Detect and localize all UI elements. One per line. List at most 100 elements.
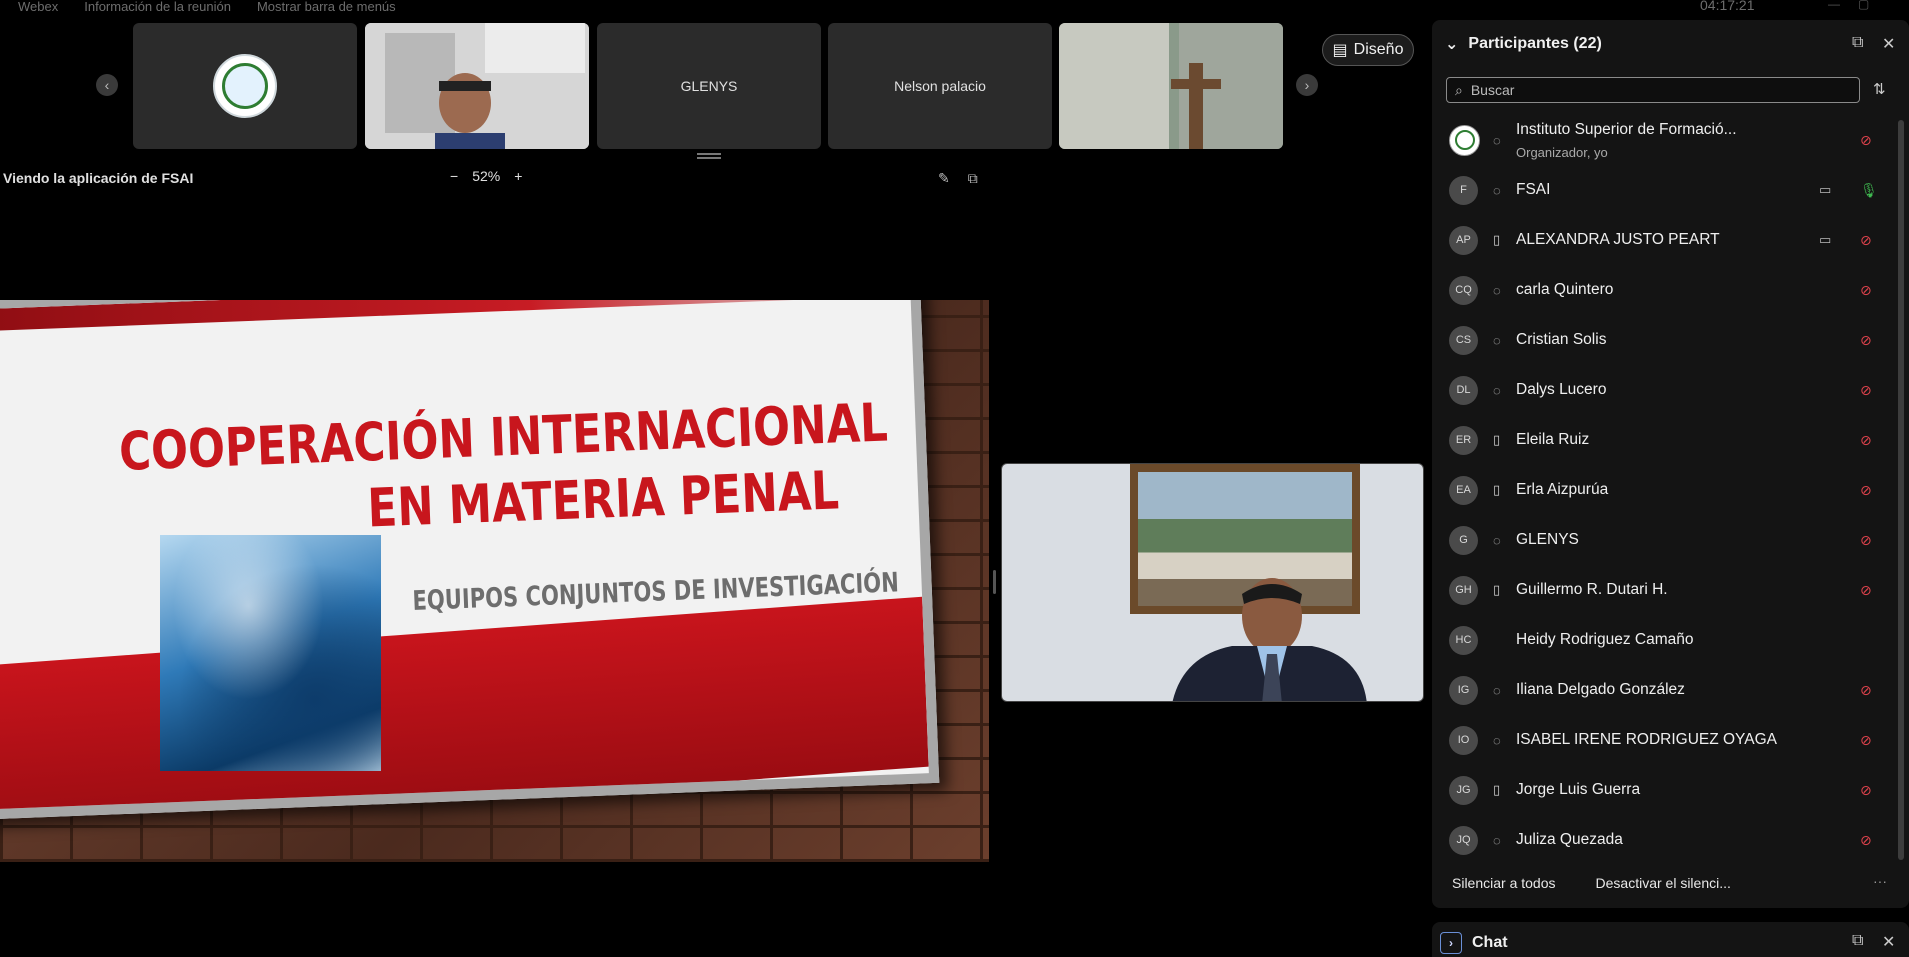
more-options-icon[interactable]: ··· [1873, 873, 1887, 889]
video-feed-room [1059, 23, 1283, 149]
phone-icon: ▯ [1493, 482, 1501, 497]
participant-name: Instituto Superior de Formació... [1516, 121, 1737, 138]
zoom-in-button[interactable]: + [514, 168, 522, 184]
participants-footer: Silenciar a todos Desactivar el silenci.… [1452, 875, 1731, 891]
next-arrow-icon[interactable]: › [1296, 74, 1318, 96]
mic-muted-icon[interactable]: ⊘ [1860, 332, 1872, 349]
close-icon[interactable]: ✕ [1882, 34, 1895, 54]
mic-muted-icon[interactable]: ⊘ [1860, 232, 1872, 249]
headset-icon: ◌ [1493, 832, 1501, 848]
resize-handle[interactable] [697, 153, 721, 159]
headset-icon: ◌ [1493, 332, 1501, 348]
meeting-info-menu[interactable]: Información de la reunión [84, 0, 231, 13]
participant-row[interactable]: F ◌ FSAI ▭ 🎙︎ [1432, 165, 1892, 215]
participant-row[interactable]: GH ▯ Guillermo R. Dutari H. ⊘ [1432, 565, 1892, 615]
participant-row[interactable]: JQ ◌ Juliza Quezada ⊘ [1432, 815, 1892, 865]
scrollbar[interactable] [1898, 120, 1904, 860]
phone-icon: ▯ [1493, 782, 1501, 797]
mic-muted-icon[interactable]: ⊘ [1860, 582, 1872, 599]
participant-name: Dalys Lucero [1516, 381, 1607, 398]
participant-row[interactable]: HC Heidy Rodriguez Camaño [1432, 615, 1892, 665]
headset-icon: ◌ [1493, 732, 1501, 748]
layout-button[interactable]: ▤ Diseño [1322, 34, 1414, 66]
chat-title: Chat [1472, 934, 1508, 951]
zoom-controls: − 52% + [450, 168, 522, 184]
unmute-all-button[interactable]: Desactivar el silenci... [1596, 875, 1731, 891]
chat-header[interactable]: › Chat [1440, 932, 1508, 954]
institute-logo [213, 54, 277, 118]
camera-icon[interactable]: ▭ [1819, 232, 1831, 248]
mic-muted-icon[interactable]: ⊘ [1860, 282, 1872, 299]
headset-icon: ◌ [1493, 382, 1501, 398]
sort-icon[interactable]: ⇅ [1873, 80, 1886, 98]
phone-icon: ▯ [1493, 432, 1501, 447]
headset-icon: ◌ [1493, 682, 1501, 698]
active-speaker-video[interactable] [1001, 463, 1424, 702]
mic-muted-icon[interactable]: ⊘ [1860, 732, 1872, 749]
minimize-icon[interactable]: — [1828, 0, 1840, 10]
mic-muted-icon[interactable]: ⊘ [1860, 432, 1872, 449]
layout-icon: ▤ [1332, 42, 1348, 59]
avatar: EA [1449, 475, 1478, 505]
participant-row[interactable]: CQ ◌ carla Quintero ⊘ [1432, 265, 1892, 315]
participant-name: carla Quintero [1516, 281, 1614, 298]
mic-muted-icon[interactable]: ⊘ [1860, 132, 1872, 149]
mic-muted-icon[interactable]: ⊘ [1860, 682, 1872, 699]
avatar: ER [1449, 425, 1478, 455]
globe-image [160, 535, 381, 771]
chevron-down-icon[interactable]: ⌄ [1445, 34, 1458, 54]
avatar: CS [1449, 325, 1478, 355]
avatar: DL [1449, 375, 1478, 405]
avatar [1449, 124, 1480, 156]
chat-pop-out-icon[interactable]: ⧉ [1852, 932, 1863, 950]
participant-search[interactable]: ⌕ Buscar [1446, 77, 1860, 103]
splitter-handle[interactable] [993, 570, 996, 594]
prev-arrow-icon[interactable]: ‹ [96, 74, 118, 96]
participant-thumb-logo[interactable] [133, 23, 357, 149]
headset-icon: ◌ [1493, 532, 1501, 548]
mic-muted-icon[interactable]: ⊘ [1860, 482, 1872, 499]
participant-row[interactable]: EA ▯ Erla Aizpurúa ⊘ [1432, 465, 1892, 515]
expand-chevron-icon[interactable]: › [1440, 932, 1462, 954]
participants-header[interactable]: ⌄ Participantes (22) [1445, 34, 1602, 54]
webex-app-menu[interactable]: Webex [18, 0, 58, 13]
show-menu-bar[interactable]: Mostrar barra de menús [257, 0, 396, 13]
mic-muted-icon[interactable]: ⊘ [1860, 832, 1872, 849]
participant-thumb-video[interactable] [1059, 23, 1283, 149]
mute-all-button[interactable]: Silenciar a todos [1452, 875, 1556, 891]
participant-thumb-glenys[interactable]: GLENYS [597, 23, 821, 149]
participant-row[interactable]: ◌ Instituto Superior de Formació... Organi… [1432, 115, 1892, 165]
participant-thumb-video[interactable] [365, 23, 589, 149]
mic-on-icon[interactable]: 🎙︎ [1860, 182, 1878, 199]
annotate-icon[interactable]: ✎ [938, 170, 950, 187]
participant-row[interactable]: ER ▯ Eleila Ruiz ⊘ [1432, 415, 1892, 465]
participant-thumb-nelson[interactable]: Nelson palacio [828, 23, 1052, 149]
avatar: JQ [1449, 825, 1478, 855]
participant-name: Jorge Luis Guerra [1516, 781, 1641, 798]
mic-muted-icon[interactable]: ⊘ [1860, 382, 1872, 399]
search-input[interactable]: Buscar [1471, 82, 1515, 98]
video-feed-woman [365, 23, 589, 149]
headset-icon: ◌ [1493, 182, 1501, 198]
maximize-icon[interactable]: ▢ [1858, 0, 1869, 10]
zoom-out-button[interactable]: − [450, 168, 458, 184]
mic-muted-icon[interactable]: ⊘ [1860, 782, 1872, 799]
pop-out-share-icon[interactable]: ⧉ [968, 170, 978, 187]
participant-row[interactable]: JG ▯ Jorge Luis Guerra ⊘ [1432, 765, 1892, 815]
phone-icon: ▯ [1493, 232, 1501, 247]
avatar: CQ [1449, 275, 1478, 305]
participant-row[interactable]: CS ◌ Cristian Solis ⊘ [1432, 315, 1892, 365]
participant-row[interactable]: DL ◌ Dalys Lucero ⊘ [1432, 365, 1892, 415]
camera-icon[interactable]: ▭ [1819, 182, 1831, 198]
participant-row[interactable]: AP ▯ ALEXANDRA JUSTO PEART ▭ ⊘ [1432, 215, 1892, 265]
avatar: GH [1449, 575, 1478, 605]
pop-out-icon[interactable]: ⧉ [1852, 34, 1863, 52]
participant-row[interactable]: IG ◌ Iliana Delgado González ⊘ [1432, 665, 1892, 715]
slide-paper [0, 300, 940, 820]
headset-icon: ◌ [1493, 282, 1501, 298]
participant-name: Guillermo R. Dutari H. [1516, 581, 1668, 598]
participant-row[interactable]: G ◌ GLENYS ⊘ [1432, 515, 1892, 565]
chat-close-icon[interactable]: ✕ [1882, 932, 1895, 952]
participant-row[interactable]: IO ◌ ISABEL IRENE RODRIGUEZ OYAGA ⊘ [1432, 715, 1892, 765]
mic-muted-icon[interactable]: ⊘ [1860, 532, 1872, 549]
